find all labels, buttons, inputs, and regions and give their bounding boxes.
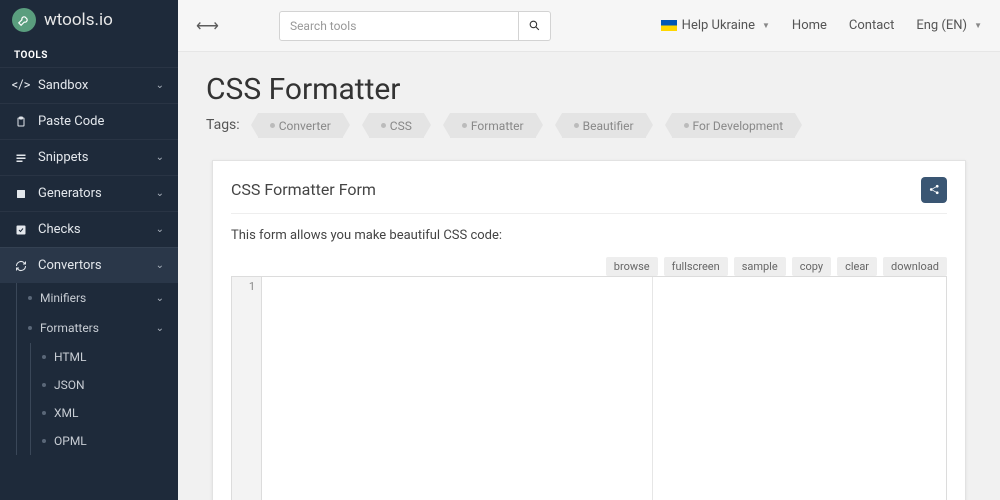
sidebar-leaf-label: JSON <box>54 378 85 392</box>
content-area: CSS Formatter Tags: Converter CSS Format… <box>178 52 1000 500</box>
topnav: Help Ukraine ▼ Home Contact Eng (EN) ▼ <box>661 18 982 33</box>
search-icon <box>528 19 541 32</box>
share-icon <box>928 183 941 196</box>
chevron-down-icon: ⌄ <box>156 188 164 199</box>
tag-css[interactable]: CSS <box>369 113 424 138</box>
chevron-down-icon: ⌄ <box>156 80 164 91</box>
chevron-down-icon: ⌄ <box>156 293 164 304</box>
bullet-icon <box>42 411 46 415</box>
ukraine-flag-icon <box>661 20 677 31</box>
search-button[interactable] <box>519 11 551 41</box>
copy-button[interactable]: copy <box>792 257 831 276</box>
chevron-down-icon: ⌄ <box>156 224 164 235</box>
sidebar-item-label: Generators <box>38 186 102 201</box>
generators-icon <box>14 187 28 201</box>
topnav-contact[interactable]: Contact <box>849 18 894 33</box>
topnav-label: Eng (EN) <box>916 18 967 33</box>
chevron-down-icon: ⌄ <box>156 260 164 271</box>
brand-text: wtools.io <box>44 10 113 30</box>
sidebar-leaf-label: OPML <box>54 434 87 448</box>
card-header: CSS Formatter Form <box>231 177 947 214</box>
check-icon <box>14 223 28 237</box>
sidebar-leaf-html[interactable]: HTML <box>0 343 178 371</box>
browse-button[interactable]: browse <box>606 257 658 276</box>
page-title: CSS Formatter <box>206 72 972 107</box>
form-card: CSS Formatter Form This form allows you … <box>212 160 966 500</box>
code-area[interactable] <box>262 277 946 500</box>
topnav-label: Help Ukraine <box>682 18 755 33</box>
download-button[interactable]: download <box>883 257 947 276</box>
sidebar-item-snippets[interactable]: Snippets ⌄ <box>0 139 178 175</box>
sidebar-item-generators[interactable]: Generators ⌄ <box>0 175 178 211</box>
code-editor[interactable]: 1 <box>231 276 947 500</box>
fullscreen-button[interactable]: fullscreen <box>664 257 728 276</box>
line-gutter: 1 <box>232 277 262 500</box>
line-number: 1 <box>232 280 255 293</box>
wrench-icon <box>12 8 36 32</box>
sidebar-sub-minifiers[interactable]: Minifiers ⌄ <box>0 283 178 313</box>
caret-down-icon: ▼ <box>762 21 770 30</box>
topnav-help-ukraine[interactable]: Help Ukraine ▼ <box>661 18 770 33</box>
editor-divider <box>652 277 653 500</box>
sidebar-item-checks[interactable]: Checks ⌄ <box>0 211 178 247</box>
bullet-icon <box>28 296 32 300</box>
snippets-icon <box>14 151 28 165</box>
sidebar: wtools.io TOOLS </> Sandbox ⌄ Paste Code… <box>0 0 178 500</box>
sidebar-item-label: Checks <box>38 222 81 237</box>
chevron-down-icon: ⌄ <box>156 323 164 334</box>
share-button[interactable] <box>921 177 947 203</box>
sample-button[interactable]: sample <box>734 257 786 276</box>
code-icon: </> <box>14 79 28 93</box>
bullet-icon <box>42 439 46 443</box>
sidebar-leaf-label: XML <box>54 406 78 420</box>
sidebar-sub-label: Minifiers <box>40 291 86 305</box>
card-description: This form allows you make beautiful CSS … <box>231 228 947 243</box>
sidebar-leaf-xml[interactable]: XML <box>0 399 178 427</box>
chevron-down-icon: ⌄ <box>156 152 164 163</box>
sidebar-sub-formatters[interactable]: Formatters ⌄ <box>0 313 178 343</box>
sidebar-sub-label: Formatters <box>40 321 99 335</box>
tags-label: Tags: <box>206 117 240 133</box>
main-content: ⟷ Help Ukraine ▼ Home Contact Eng (EN) ▼… <box>178 0 1000 500</box>
tag-beautifier[interactable]: Beautifier <box>562 113 646 138</box>
sidebar-item-paste-code[interactable]: Paste Code <box>0 103 178 139</box>
sidebar-item-label: Paste Code <box>38 114 104 129</box>
sidebar-item-label: Snippets <box>38 150 89 165</box>
expand-icon[interactable]: ⟷ <box>196 16 219 35</box>
search <box>279 11 551 41</box>
sidebar-leaf-opml[interactable]: OPML <box>0 427 178 455</box>
topnav-home[interactable]: Home <box>792 18 827 33</box>
refresh-icon <box>14 259 28 273</box>
editor-toolbar: browse fullscreen sample copy clear down… <box>231 257 947 276</box>
tag-formatter[interactable]: Formatter <box>450 113 536 138</box>
topbar: ⟷ Help Ukraine ▼ Home Contact Eng (EN) ▼ <box>178 0 1000 52</box>
search-input[interactable] <box>279 11 519 41</box>
bullet-icon <box>28 326 32 330</box>
tags-row: Tags: Converter CSS Formatter Beautifier… <box>206 113 972 138</box>
clear-button[interactable]: clear <box>837 257 877 276</box>
sidebar-leaf-label: HTML <box>54 350 87 364</box>
bullet-icon <box>42 355 46 359</box>
topnav-lang[interactable]: Eng (EN) ▼ <box>916 18 982 33</box>
sidebar-item-convertors[interactable]: Convertors ⌄ <box>0 247 178 283</box>
sidebar-item-sandbox[interactable]: </> Sandbox ⌄ <box>0 67 178 103</box>
tag-converter[interactable]: Converter <box>258 113 343 138</box>
logo[interactable]: wtools.io <box>0 0 178 40</box>
caret-down-icon: ▼ <box>974 21 982 30</box>
sidebar-item-label: Sandbox <box>38 78 88 93</box>
sidebar-item-label: Convertors <box>38 258 102 273</box>
paste-icon <box>14 115 28 129</box>
bullet-icon <box>42 383 46 387</box>
tools-heading: TOOLS <box>0 40 178 67</box>
tag-for-development[interactable]: For Development <box>672 113 796 138</box>
card-title: CSS Formatter Form <box>231 180 376 199</box>
sidebar-leaf-json[interactable]: JSON <box>0 371 178 399</box>
